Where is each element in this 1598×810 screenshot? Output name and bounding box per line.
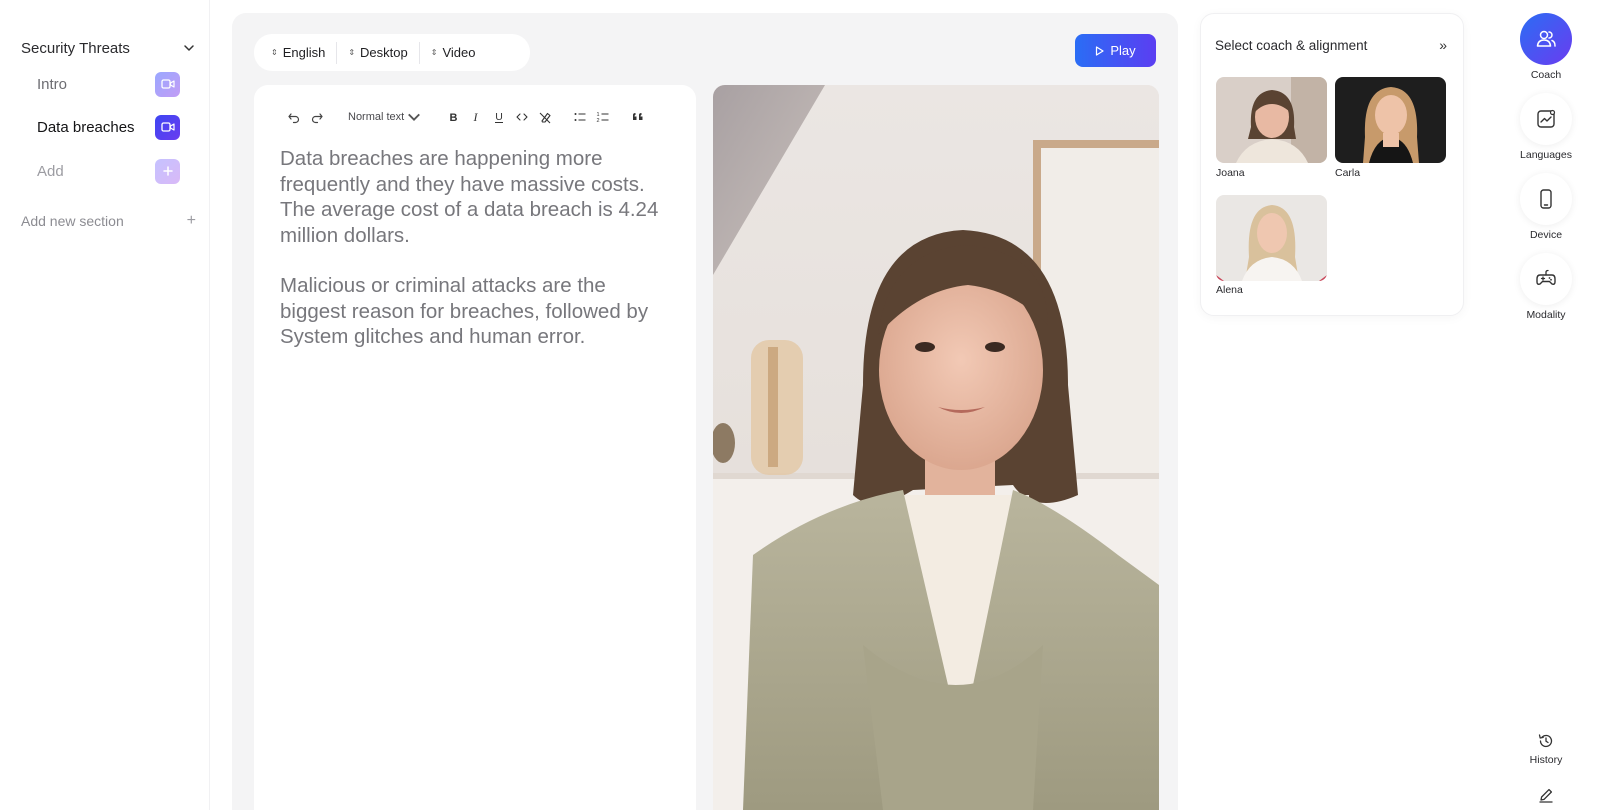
- quote-icon[interactable]: [626, 107, 649, 127]
- expand-icon[interactable]: »: [1439, 37, 1447, 53]
- numbered-list-icon[interactable]: 12: [591, 107, 614, 127]
- coach-icon: [1520, 13, 1572, 65]
- updown-icon: ⇕: [271, 47, 278, 57]
- editor-toolbar: Normal text B I U 12: [282, 107, 649, 127]
- rail-modality-button[interactable]: Modality: [1520, 253, 1572, 321]
- modality-select[interactable]: ⇕ Video: [418, 41, 487, 64]
- svg-text:U: U: [495, 111, 503, 123]
- redo-icon[interactable]: [305, 107, 328, 127]
- updown-icon: ⇕: [430, 47, 438, 57]
- rail-edit-button[interactable]: [1520, 786, 1572, 804]
- chevron-down-icon[interactable]: [182, 41, 196, 55]
- phone-icon: [1520, 173, 1572, 225]
- rail-label: Languages: [1520, 149, 1572, 161]
- gamepad-icon: [1520, 253, 1572, 305]
- section-header-security-threats[interactable]: Security Threats: [21, 38, 196, 58]
- rail-label: Modality: [1526, 309, 1566, 321]
- code-icon[interactable]: [510, 107, 533, 127]
- language-select[interactable]: ⇕ English: [260, 42, 336, 64]
- add-new-section-button[interactable]: Add new section +: [21, 211, 196, 231]
- rail-history-button[interactable]: History: [1520, 732, 1572, 766]
- coach-name: Joana: [1216, 167, 1245, 179]
- sidebar-item-label: Add: [37, 162, 64, 180]
- updown-icon: ⇕: [348, 47, 356, 57]
- device-select[interactable]: ⇕ Desktop: [336, 41, 418, 64]
- coach-thumb-joana[interactable]: [1216, 77, 1327, 163]
- history-icon: [1538, 734, 1553, 748]
- section-title: Security Threats: [21, 39, 130, 57]
- clear-format-icon[interactable]: [533, 107, 556, 127]
- language-value: English: [282, 45, 326, 60]
- underline-icon[interactable]: U: [487, 107, 510, 127]
- coach-video-frame: [713, 85, 1159, 810]
- rail-languages-button[interactable]: Languages: [1520, 93, 1572, 161]
- rail-label: History: [1529, 754, 1563, 766]
- plus-icon: +: [186, 212, 196, 229]
- script-editor[interactable]: Normal text B I U 12 Data breaches are h…: [254, 85, 696, 810]
- rail-label: Coach: [1530, 69, 1562, 81]
- coach-name: Carla: [1335, 167, 1361, 179]
- sidebar-item-data-breaches[interactable]: Data breaches: [37, 114, 180, 140]
- script-text[interactable]: Data breaches are happening more frequen…: [280, 146, 675, 350]
- coach-thumb-alena[interactable]: [1216, 195, 1327, 281]
- add-new-section-label: Add new section: [21, 213, 124, 229]
- plus-icon[interactable]: [155, 158, 180, 184]
- sidebar-item-intro[interactable]: Intro: [37, 71, 180, 97]
- play-icon: [1096, 45, 1104, 56]
- svg-text:2: 2: [596, 118, 599, 124]
- play-label: Play: [1110, 43, 1136, 58]
- languages-icon: [1520, 93, 1572, 145]
- rail-label: Device: [1529, 229, 1563, 241]
- rail-coach-button[interactable]: Coach: [1520, 13, 1572, 81]
- sidebar-item-label: Intro: [37, 75, 68, 93]
- sidebar-item-add[interactable]: Add: [37, 158, 180, 184]
- coach-panel-title: Select coach & alignment: [1215, 37, 1368, 53]
- main-panel: ⇕ English ⇕ Desktop ⇕ Video Play Normal …: [232, 13, 1178, 810]
- video-icon: [155, 114, 180, 140]
- coach-selection-panel: Select coach & alignment » Joana Carla A…: [1200, 13, 1464, 316]
- pencil-icon: [1539, 788, 1553, 803]
- right-rail: Coach Languages Device Modality History: [1496, 0, 1598, 810]
- sidebar: Security Threats Intro Data breaches Add…: [0, 0, 210, 810]
- rail-device-button[interactable]: Device: [1520, 173, 1572, 241]
- svg-text:I: I: [472, 110, 478, 124]
- text-style-value: Normal text: [348, 111, 405, 123]
- device-value: Desktop: [360, 45, 408, 60]
- bold-icon[interactable]: B: [441, 107, 464, 127]
- bullet-list-icon[interactable]: [568, 107, 591, 127]
- video-icon: [155, 71, 180, 97]
- chevron-down-icon: [408, 113, 421, 121]
- undo-icon[interactable]: [282, 107, 305, 127]
- coach-thumb-carla[interactable]: [1335, 77, 1446, 163]
- coach-name: Alena: [1216, 284, 1243, 296]
- modality-value: Video: [442, 45, 476, 60]
- video-preview[interactable]: [713, 85, 1159, 810]
- sidebar-item-label: Data breaches: [37, 118, 135, 136]
- script-paragraph[interactable]: Data breaches are happening more frequen…: [280, 146, 675, 248]
- italic-icon[interactable]: I: [464, 107, 487, 127]
- svg-text:B: B: [449, 112, 457, 124]
- text-style-select[interactable]: Normal text: [340, 107, 429, 127]
- play-button[interactable]: Play: [1075, 34, 1156, 67]
- script-paragraph[interactable]: Malicious or criminal attacks are the bi…: [280, 273, 675, 350]
- options-selector-bar: ⇕ English ⇕ Desktop ⇕ Video: [254, 34, 530, 71]
